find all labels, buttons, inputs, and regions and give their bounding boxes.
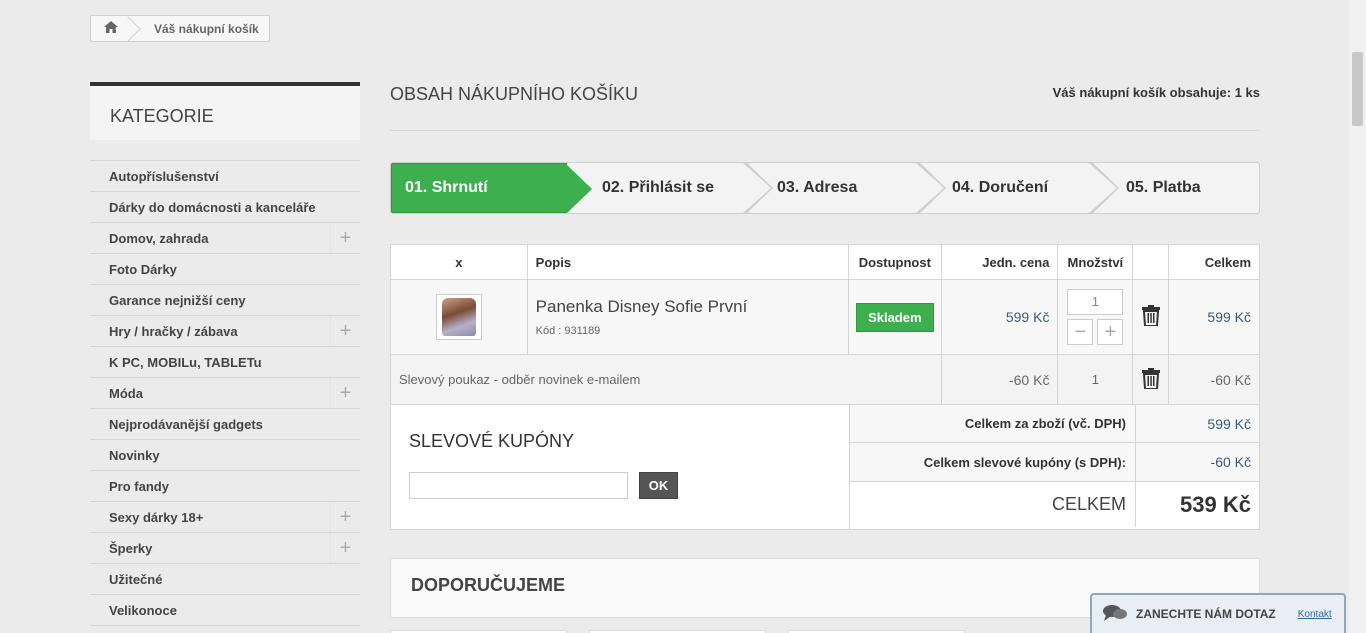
- breadcrumb-current: Váš nákupní košík: [154, 21, 259, 36]
- table-row: Slevový poukaz - odběr novinek e-mailem …: [391, 355, 1260, 405]
- sidebar-item[interactable]: Móda +: [90, 378, 360, 409]
- contact-widget-title: ZANECHTE NÁM DOTAZ: [1136, 607, 1276, 621]
- quantity-input[interactable]: 1: [1067, 289, 1124, 315]
- sidebar-item[interactable]: Novinky: [90, 440, 360, 471]
- goods-total-value: 599 Kč: [1207, 415, 1251, 432]
- sidebar-item-label: Garance nejnižší ceny: [109, 292, 246, 308]
- product-code: Kód : 931189: [535, 325, 601, 337]
- col-delete-header: [1133, 245, 1170, 279]
- table-header: x Popis Dostupnost Jedn. cena Množství C…: [391, 245, 1259, 280]
- sidebar-item-label: Sexy dárky 18+: [109, 509, 204, 525]
- divider: [390, 130, 1260, 131]
- sidebar-item[interactable]: Nejprodávanější gadgets: [90, 409, 360, 440]
- sidebar-item[interactable]: Velikonoce: [90, 595, 360, 626]
- coupons-total-label: Celkem slevové kupóny (s DPH):: [850, 443, 1136, 481]
- step-label: 01. Shrnutí: [405, 179, 488, 196]
- coupon-ok-button[interactable]: OK: [639, 472, 678, 499]
- sidebar-item[interactable]: Hry / hračky / zábava +: [90, 316, 360, 347]
- sidebar-item-label: Hry / hračky / zábava: [109, 323, 238, 339]
- step-arrow: [566, 164, 592, 213]
- col-qty-header: Množství: [1058, 245, 1134, 279]
- product-thumbnail[interactable]: [435, 294, 482, 340]
- sidebar-item[interactable]: Sexy dárky 18+ +: [90, 502, 360, 533]
- coupon-title: SLEVOVÉ KUPÓNY: [409, 431, 575, 451]
- home-icon[interactable]: [103, 20, 119, 37]
- coupon-input[interactable]: [409, 472, 628, 499]
- product-name[interactable]: Panenka Disney Sofie První: [536, 297, 748, 317]
- cart-count: Váš nákupní košík obsahuje: 1 ks: [1052, 85, 1260, 100]
- col-total-header: Celkem: [1204, 254, 1252, 270]
- discount-quantity: 1: [1091, 372, 1099, 387]
- table-row: Panenka Disney Sofie První Kód : 931189 …: [391, 280, 1260, 355]
- cart-table: x Popis Dostupnost Jedn. cena Množství C…: [390, 244, 1260, 530]
- expand-plus-icon[interactable]: +: [330, 316, 360, 346]
- sidebar-item-label: Domov, zahrada: [109, 230, 209, 246]
- contact-widget[interactable]: ZANECHTE NÁM DOTAZ Kontakt: [1090, 593, 1346, 633]
- coupons-total-value: -60 Kč: [1210, 454, 1251, 470]
- category-sidebar: KATEGORIE Autopříslušenství Dárky do domá…: [90, 82, 360, 626]
- col-unit-header: Jedn. cena: [942, 245, 1059, 279]
- sidebar-item-label: Novinky: [109, 447, 160, 463]
- sidebar-item-label: K PC, MOBILu, TABLETu: [109, 354, 262, 370]
- sidebar-item-label: Foto Dárky: [109, 261, 177, 277]
- expand-plus-icon[interactable]: +: [330, 502, 360, 532]
- availability-badge: Skladem: [856, 302, 934, 332]
- increase-quantity-button[interactable]: +: [1097, 319, 1124, 345]
- sidebar-item-label: Pro fandy: [109, 478, 169, 494]
- col-remove-header: x: [391, 245, 528, 279]
- col-desc-header: Popis: [528, 245, 849, 279]
- step-label: 05. Platba: [1126, 179, 1201, 196]
- grand-total-label: CELKEM: [850, 482, 1136, 527]
- page-scrollbar[interactable]: [1349, 0, 1366, 633]
- sidebar-item[interactable]: K PC, MOBILu, TABLETu: [90, 347, 360, 378]
- sidebar-item[interactable]: Dárky do domácnosti a kanceláře: [90, 192, 360, 223]
- step-label: 04. Doručení: [952, 179, 1049, 196]
- category-list: Autopříslušenství Dárky do domácnosti a k…: [90, 160, 360, 626]
- expand-plus-icon[interactable]: +: [330, 533, 360, 563]
- decrease-quantity-button[interactable]: −: [1067, 319, 1094, 345]
- goods-total-label: Celkem za zboží (vč. DPH): [850, 405, 1136, 442]
- sidebar-item-label: Dárky do domácnosti a kanceláře: [109, 199, 316, 215]
- checkout-steps: 01. Shrnutí 02. Přihlásit se 03. Adresa …: [390, 162, 1260, 214]
- unit-price: 599 Kč: [1005, 309, 1050, 325]
- step-label: 03. Adresa: [777, 179, 858, 196]
- col-avail-header: Dostupnost: [849, 245, 942, 279]
- sidebar-item-label: Velikonoce: [109, 602, 177, 618]
- chat-bubble-icon: [1102, 604, 1128, 625]
- sidebar-item-label: Nejprodávanější gadgets: [109, 416, 263, 432]
- sidebar-item-label: Užitečné: [109, 571, 163, 587]
- sidebar-item-label: Šperky: [109, 540, 153, 556]
- contact-link[interactable]: Kontakt: [1298, 609, 1332, 620]
- expand-plus-icon[interactable]: +: [330, 223, 360, 253]
- sidebar-title: KATEGORIE: [90, 82, 360, 140]
- sidebar-item[interactable]: Pro fandy: [90, 471, 360, 502]
- discount-unit-price: -60 Kč: [1008, 371, 1050, 388]
- sidebar-item[interactable]: Šperky +: [90, 533, 360, 564]
- breadcrumb: Váš nákupní košík: [90, 15, 270, 42]
- row-total: 599 Kč: [1207, 309, 1252, 325]
- scrollbar-thumb[interactable]: [1352, 52, 1363, 126]
- page-title: OBSAH NÁKUPNÍHO KOŠÍKU: [390, 84, 639, 104]
- breadcrumb-home[interactable]: [91, 16, 131, 41]
- sidebar-item[interactable]: Autopříslušenství: [90, 161, 360, 192]
- sidebar-item[interactable]: Užitečné: [90, 564, 360, 595]
- sidebar-item[interactable]: Garance nejnižší ceny: [90, 285, 360, 316]
- expand-plus-icon[interactable]: +: [330, 378, 360, 408]
- trash-icon[interactable]: [1141, 367, 1160, 392]
- trash-icon[interactable]: [1141, 305, 1160, 329]
- sidebar-item[interactable]: Foto Dárky: [90, 254, 360, 285]
- cart-summary: Celkem za zboží (vč. DPH) 599 Kč Celkem …: [850, 405, 1259, 529]
- sidebar-item-label: Móda: [109, 385, 143, 401]
- discount-desc: Slevový poukaz - odběr novinek e-mailem: [391, 355, 942, 404]
- sidebar-item[interactable]: Domov, zahrada +: [90, 223, 360, 254]
- step-summary[interactable]: 01. Shrnutí: [391, 163, 592, 213]
- step-label: 02. Přihlásit se: [602, 179, 715, 196]
- doll-image: [441, 298, 476, 336]
- sidebar-item-label: Autopříslušenství: [109, 168, 219, 184]
- coupon-section: SLEVOVÉ KUPÓNY OK: [391, 405, 850, 529]
- discount-total: -60 Kč: [1210, 371, 1252, 388]
- grand-total-value: 539 Kč: [1180, 491, 1251, 517]
- step-login[interactable]: 02. Přihlásit se: [567, 163, 773, 213]
